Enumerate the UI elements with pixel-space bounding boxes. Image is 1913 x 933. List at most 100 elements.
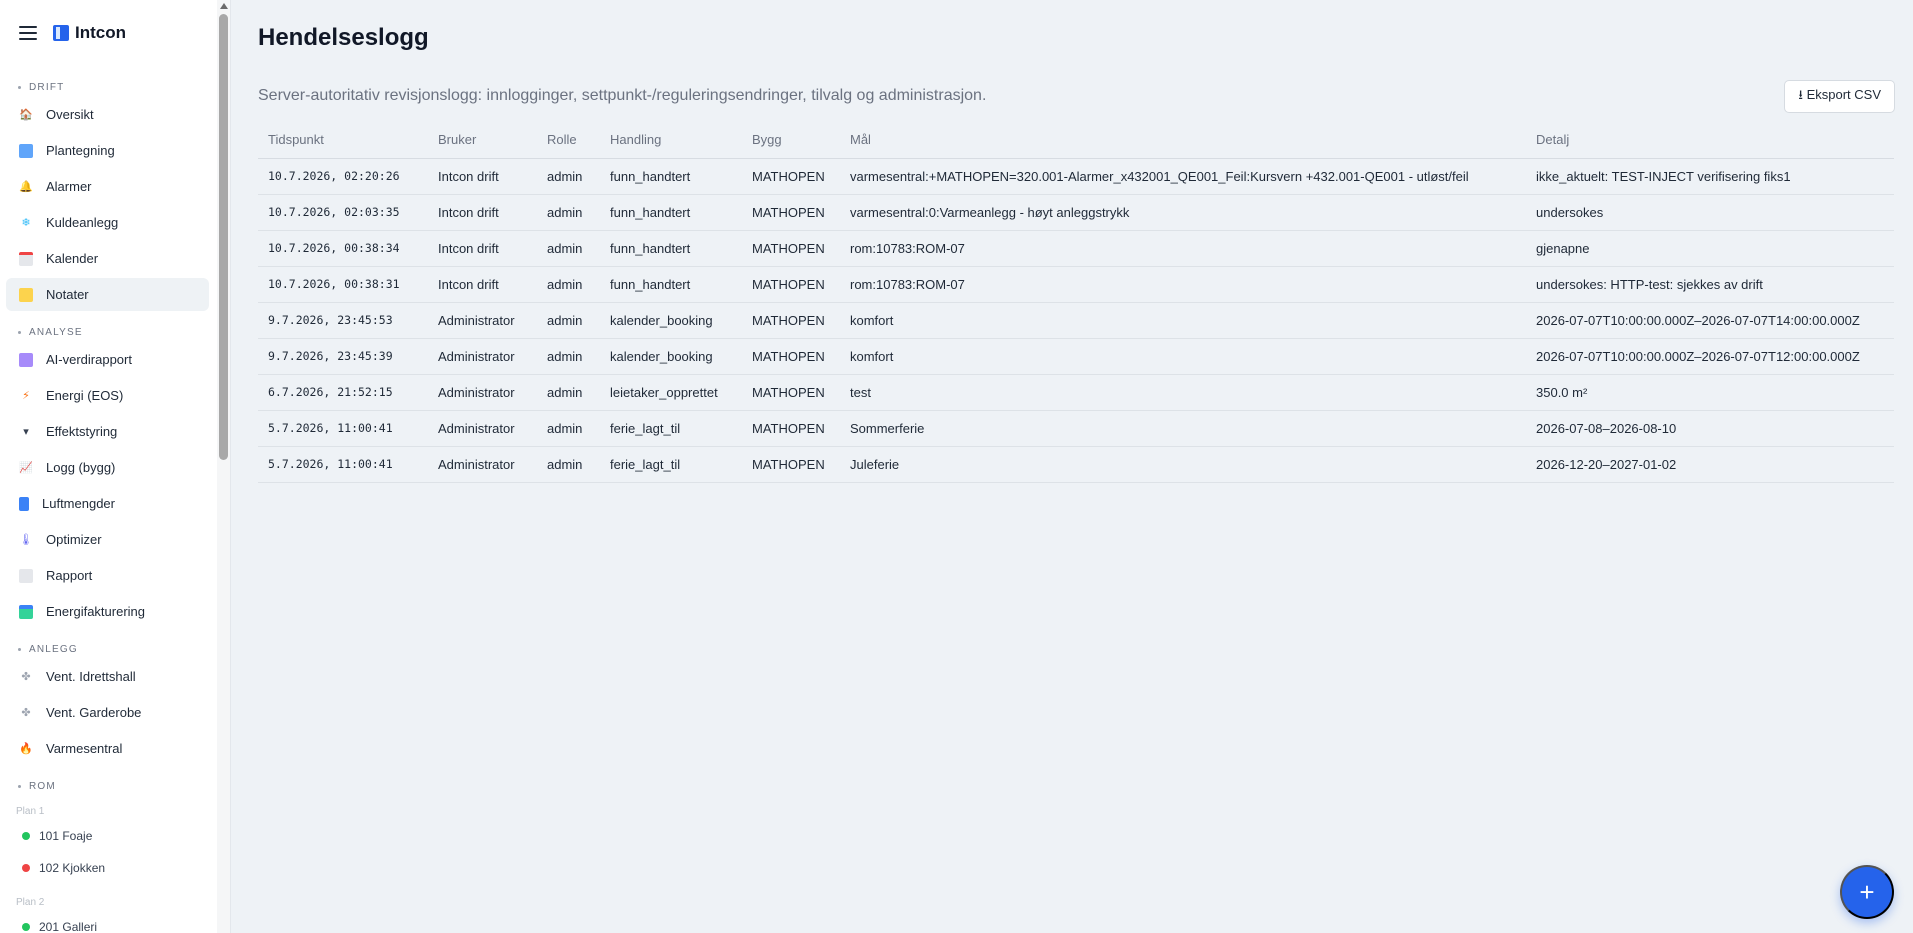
cell-detalj: gjenapne: [1526, 230, 1894, 267]
cell-detalj: undersokes: [1526, 194, 1894, 231]
fan-icon: ✤: [21, 706, 31, 719]
sidebar-item-plantegning[interactable]: Plantegning: [6, 134, 209, 167]
cell-handling: ferie_lagt_til: [600, 410, 742, 447]
sidebar-item-vent-garderobe[interactable]: ✤ Vent. Garderobe: [6, 696, 209, 729]
cell-detalj: 2026-07-08–2026-08-10: [1526, 410, 1894, 447]
sidebar-scrollbar[interactable]: [217, 0, 230, 933]
section-label-rom: ROM: [18, 781, 56, 792]
cell-rolle: admin: [537, 230, 600, 267]
sidebar-item-alarmer[interactable]: 🔔 Alarmer: [6, 170, 209, 203]
cell-bygg: MATHOPEN: [742, 158, 840, 195]
home-icon: 🏠: [19, 108, 33, 121]
cell-rolle: admin: [537, 302, 600, 339]
cell-bygg: MATHOPEN: [742, 446, 840, 483]
column-header-detalj[interactable]: Detalj: [1526, 122, 1894, 159]
column-header-rolle[interactable]: Rolle: [537, 122, 600, 159]
table-header-row: Tidspunkt Bruker Rolle Handling Bygg Mål…: [258, 122, 1894, 159]
cell-tidspunkt: 10.7.2026, 00:38:34: [258, 230, 428, 267]
cell-mal: rom:10783:ROM-07: [840, 230, 1526, 267]
column-header-tidspunkt[interactable]: Tidspunkt: [258, 122, 428, 159]
page-title: Hendelseslogg: [258, 24, 429, 51]
table-row: 5.7.2026, 11:00:41 Administrator admin f…: [258, 446, 1894, 483]
sidebar-item-ai-verdirapport[interactable]: AI-verdirapport: [6, 343, 209, 376]
sidebar-item-logg-bygg[interactable]: 📈 Logg (bygg): [6, 451, 209, 484]
scroll-up-arrow-icon[interactable]: [220, 3, 228, 9]
flame-icon: 🔥: [19, 742, 33, 755]
brand: Intcon: [19, 20, 126, 46]
cell-tidspunkt: 10.7.2026, 02:20:26: [258, 158, 428, 195]
table-row: 9.7.2026, 23:45:53 Administrator admin k…: [258, 302, 1894, 339]
sidebar-item-notater[interactable]: Notater: [6, 278, 209, 311]
add-fab-button[interactable]: +: [1840, 865, 1894, 919]
cell-bruker: Intcon drift: [428, 194, 537, 231]
cell-tidspunkt: 5.7.2026, 11:00:41: [258, 446, 428, 483]
cell-handling: ferie_lagt_til: [600, 446, 742, 483]
invoice-icon: [19, 604, 33, 619]
sidebar-item-oversikt[interactable]: 🏠 Oversikt: [6, 98, 209, 131]
cell-detalj: undersokes: HTTP-test: sjekkes av drift: [1526, 266, 1894, 303]
sidebar-item-kalender[interactable]: Kalender: [6, 242, 209, 275]
section-label-drift: DRIFT: [18, 82, 64, 93]
cell-bygg: MATHOPEN: [742, 230, 840, 267]
cell-detalj: 2026-12-20–2027-01-02: [1526, 446, 1894, 483]
logo-icon: [53, 25, 69, 41]
page-subtitle: Server-autoritativ revisjonslogg: innlog…: [258, 87, 987, 104]
map-icon: [19, 143, 33, 158]
sidebar-item-luftmengder[interactable]: Luftmengder: [6, 487, 209, 520]
hamburger-icon[interactable]: [19, 26, 37, 40]
cell-rolle: admin: [537, 194, 600, 231]
room-item-102[interactable]: 102 Kjokken: [22, 861, 105, 875]
cell-bruker: Intcon drift: [428, 230, 537, 267]
cell-bruker: Administrator: [428, 446, 537, 483]
chart-icon: 📈: [19, 461, 33, 474]
column-header-mal[interactable]: Mål: [840, 122, 1526, 159]
scrollbar-thumb[interactable]: [219, 14, 228, 460]
export-csv-button[interactable]: ⭳ Eksport CSV: [1784, 80, 1895, 113]
plug-icon: ▾: [23, 425, 29, 438]
cell-bygg: MATHOPEN: [742, 194, 840, 231]
sidebar-item-optimizer[interactable]: 🌡 Optimizer: [6, 523, 209, 556]
cell-mal: varmesentral:0:Varmeanlegg - høyt anlegg…: [840, 194, 1526, 231]
airflow-icon: [19, 496, 29, 511]
cell-handling: funn_handtert: [600, 266, 742, 303]
sidebar-item-varmesentral[interactable]: 🔥 Varmesentral: [6, 732, 209, 765]
main-content: Hendelseslogg Server-autoritativ revisjo…: [231, 0, 1913, 933]
fan-icon: ✤: [21, 670, 31, 683]
sidebar-item-vent-idrettshall[interactable]: ✤ Vent. Idrettshall: [6, 660, 209, 693]
sidebar-item-kuldeanlegg[interactable]: ❄ Kuldeanlegg: [6, 206, 209, 239]
table-row: 6.7.2026, 21:52:15 Administrator admin l…: [258, 374, 1894, 411]
column-header-handling[interactable]: Handling: [600, 122, 742, 159]
cell-handling: leietaker_opprettet: [600, 374, 742, 411]
cell-detalj: ikke_aktuelt: TEST-INJECT verifisering f…: [1526, 158, 1894, 195]
cell-tidspunkt: 6.7.2026, 21:52:15: [258, 374, 428, 411]
cell-tidspunkt: 10.7.2026, 02:03:35: [258, 194, 428, 231]
table-row: 10.7.2026, 00:38:34 Intcon drift admin f…: [258, 230, 1894, 267]
cell-rolle: admin: [537, 410, 600, 447]
cell-tidspunkt: 5.7.2026, 11:00:41: [258, 410, 428, 447]
sidebar-item-rapport[interactable]: Rapport: [6, 559, 209, 592]
cell-bygg: MATHOPEN: [742, 374, 840, 411]
column-header-bygg[interactable]: Bygg: [742, 122, 840, 159]
cell-handling: kalender_booking: [600, 338, 742, 375]
sidebar-item-energi[interactable]: ⚡ Energi (EOS): [6, 379, 209, 412]
calendar-icon: [19, 251, 33, 266]
cell-mal: rom:10783:ROM-07: [840, 266, 1526, 303]
status-dot: [22, 832, 30, 840]
room-item-101[interactable]: 101 Foaje: [22, 829, 92, 843]
sidebar-item-energifakturering[interactable]: Energifakturering: [6, 595, 209, 628]
room-item-201[interactable]: 201 Galleri: [22, 920, 97, 933]
column-header-bruker[interactable]: Bruker: [428, 122, 537, 159]
cell-detalj: 2026-07-07T10:00:00.000Z–2026-07-07T14:0…: [1526, 302, 1894, 339]
cell-handling: funn_handtert: [600, 194, 742, 231]
cell-bygg: MATHOPEN: [742, 302, 840, 339]
cell-bruker: Administrator: [428, 374, 537, 411]
sidebar-item-effektstyring[interactable]: ▾ Effektstyring: [6, 415, 209, 448]
document-icon: [19, 568, 33, 583]
table-row: 5.7.2026, 11:00:41 Administrator admin f…: [258, 410, 1894, 447]
cell-rolle: admin: [537, 374, 600, 411]
cell-bruker: Administrator: [428, 338, 537, 375]
brand-name: Intcon: [75, 23, 126, 42]
cell-tidspunkt: 10.7.2026, 00:38:31: [258, 266, 428, 303]
table-row: 10.7.2026, 02:03:35 Intcon drift admin f…: [258, 194, 1894, 231]
cell-bruker: Intcon drift: [428, 266, 537, 303]
